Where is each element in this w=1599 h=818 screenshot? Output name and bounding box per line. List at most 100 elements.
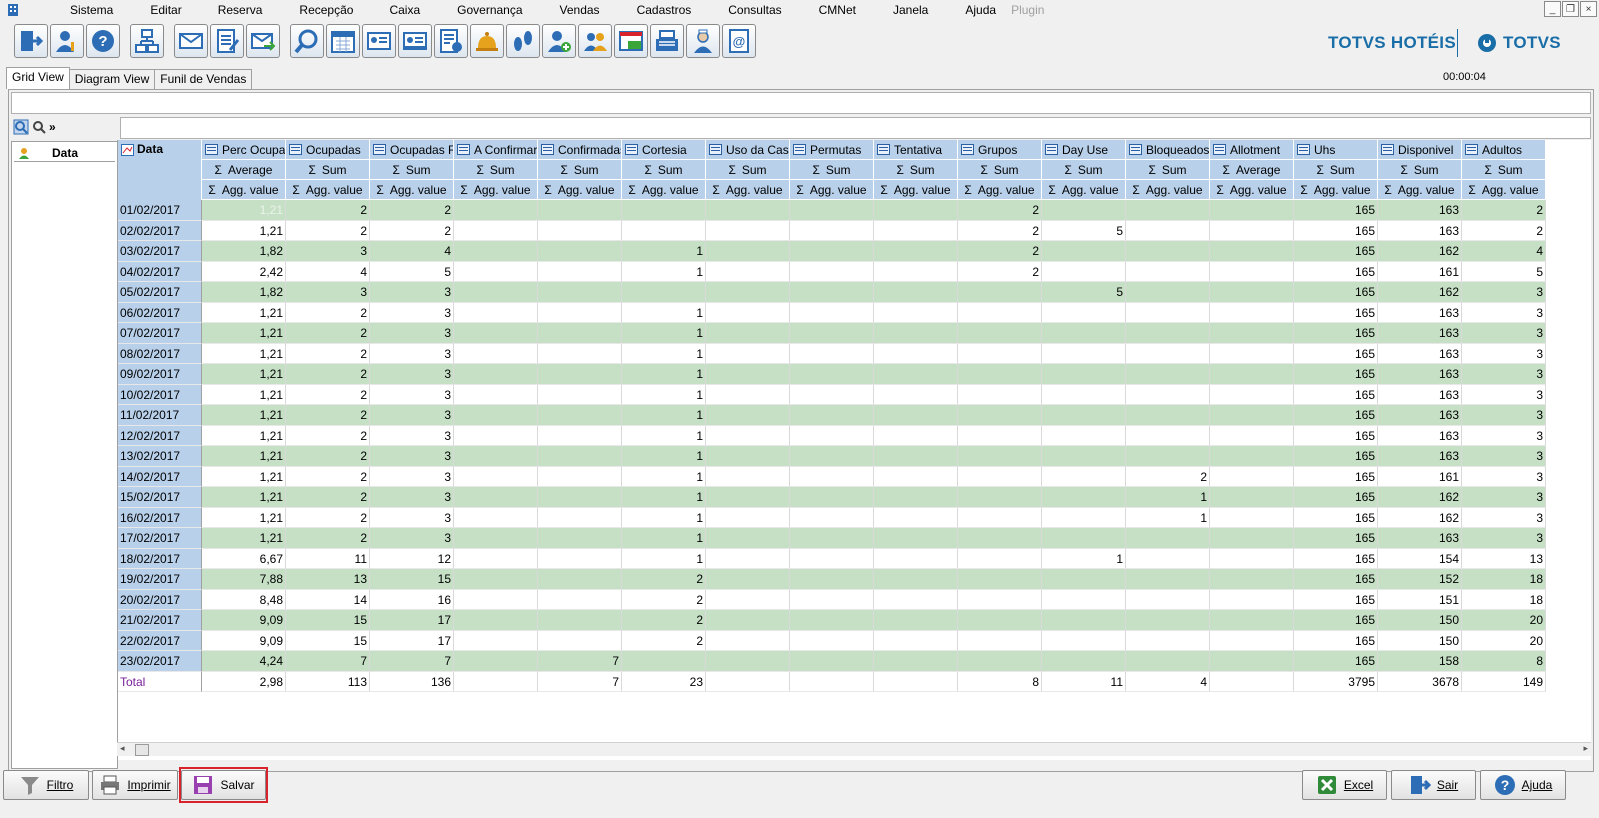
table-cell[interactable] [874,671,958,692]
table-cell[interactable]: 2 [286,528,370,549]
table-cell[interactable]: 3 [370,323,454,344]
table-row[interactable]: 21/02/2017 9,09 15 17 2 165 150 20 [118,610,1546,631]
table-cell[interactable] [706,466,790,487]
table-cell[interactable]: 165 [1294,241,1378,262]
table-row[interactable]: 08/02/2017 1,21 2 3 1 165 163 3 [118,343,1546,364]
table-cell[interactable]: 2 [958,261,1042,282]
table-row[interactable]: 16/02/2017 1,21 2 3 1 1 165 162 3 [118,507,1546,528]
table-cell[interactable] [1042,507,1126,528]
table-cell[interactable]: 1,21 [202,466,286,487]
column-header[interactable]: Adultos [1462,140,1546,160]
column-agg[interactable]: Σ Sum [790,160,874,180]
table-cell[interactable] [1210,466,1294,487]
table-cell[interactable] [958,425,1042,446]
table-cell[interactable] [874,466,958,487]
table-cell[interactable] [958,528,1042,549]
table-cell[interactable] [874,302,958,323]
table-cell[interactable] [1126,569,1210,590]
table-cell[interactable] [1042,200,1126,221]
table-cell[interactable]: 2,98 [202,671,286,692]
table-cell[interactable]: 7 [286,651,370,672]
card2-icon[interactable] [398,24,432,58]
table-cell[interactable] [958,282,1042,303]
table-cell[interactable] [1126,405,1210,426]
table-row[interactable]: 17/02/2017 1,21 2 3 1 165 163 3 [118,528,1546,549]
table-cell[interactable]: 113 [286,671,370,692]
table-cell[interactable] [622,651,706,672]
table-row[interactable]: 12/02/2017 1,21 2 3 1 165 163 3 [118,425,1546,446]
column-header[interactable]: Perc Ocupac [202,140,286,160]
table-cell[interactable]: 1,21 [202,200,286,221]
table-cell[interactable] [706,364,790,385]
menu-janela[interactable]: Janela [893,3,928,17]
table-cell[interactable]: 1,21 [202,343,286,364]
menu-sistema[interactable]: Sistema [70,3,113,17]
table-cell[interactable]: 6,67 [202,548,286,569]
column-subheader[interactable]: Σ Agg. value [1378,180,1462,200]
table-cell[interactable]: 3 [1462,528,1546,549]
row-date[interactable]: 09/02/2017 [118,364,202,385]
table-cell[interactable]: 13 [1462,548,1546,569]
table-cell[interactable] [958,589,1042,610]
table-cell[interactable] [706,220,790,241]
column-header[interactable]: Tentativa [874,140,958,160]
table-cell[interactable]: 4,24 [202,651,286,672]
table-cell[interactable]: 162 [1378,487,1462,508]
excel-button[interactable]: Excel [1302,770,1387,800]
table-cell[interactable] [1126,364,1210,385]
table-cell[interactable]: 3 [286,282,370,303]
calendar-icon[interactable] [326,24,360,58]
menu-ajuda[interactable]: Ajuda [965,3,996,17]
table-cell[interactable] [706,610,790,631]
table-cell[interactable] [874,425,958,446]
menu-reserva[interactable]: Reserva [218,3,263,17]
table-cell[interactable] [538,610,622,631]
table-cell[interactable]: 163 [1378,528,1462,549]
table-cell[interactable] [706,671,790,692]
table-cell[interactable]: 161 [1378,466,1462,487]
table-row[interactable]: 06/02/2017 1,21 2 3 1 165 163 3 [118,302,1546,323]
table-cell[interactable]: 2 [286,384,370,405]
table-cell[interactable]: 2 [1126,466,1210,487]
row-date[interactable]: 19/02/2017 [118,569,202,590]
table-cell[interactable] [958,466,1042,487]
table-cell[interactable] [958,364,1042,385]
table-cell[interactable] [874,200,958,221]
row-date[interactable]: 06/02/2017 [118,302,202,323]
table-cell[interactable] [874,343,958,364]
column-subheader[interactable]: Σ Agg. value [622,180,706,200]
table-cell[interactable]: 2 [622,569,706,590]
table-cell[interactable] [790,446,874,467]
table-cell[interactable] [1210,261,1294,282]
table-cell[interactable] [874,261,958,282]
table-cell[interactable]: 3 [1462,282,1546,303]
table-cell[interactable] [874,405,958,426]
table-cell[interactable]: 163 [1378,343,1462,364]
table-cell[interactable] [1210,569,1294,590]
column-subheader[interactable]: Σ Agg. value [790,180,874,200]
column-subheader[interactable]: Σ Agg. value [538,180,622,200]
table-cell[interactable]: 3 [370,466,454,487]
row-date[interactable]: 20/02/2017 [118,589,202,610]
table-cell[interactable] [790,384,874,405]
table-cell[interactable] [1210,282,1294,303]
menu-caixa[interactable]: Caixa [389,3,420,17]
table-cell[interactable]: 151 [1378,589,1462,610]
table-cell[interactable] [1042,630,1126,651]
table-cell[interactable]: 7 [538,671,622,692]
table-cell[interactable]: 2 [286,323,370,344]
table-cell[interactable]: 3 [286,241,370,262]
table-cell[interactable] [454,220,538,241]
restore-icon[interactable]: ❐ [1562,1,1579,17]
column-subheader[interactable]: Σ Agg. value [286,180,370,200]
table-cell[interactable]: 15 [370,569,454,590]
table-cell[interactable] [1042,405,1126,426]
filter-bar[interactable] [11,92,1591,114]
table-cell[interactable] [706,200,790,221]
table-cell[interactable] [622,220,706,241]
table-cell[interactable]: 1 [622,446,706,467]
table-cell[interactable]: 163 [1378,384,1462,405]
table-cell[interactable]: 162 [1378,282,1462,303]
table-cell[interactable] [538,384,622,405]
column-subheader[interactable]: Σ Agg. value [1210,180,1294,200]
